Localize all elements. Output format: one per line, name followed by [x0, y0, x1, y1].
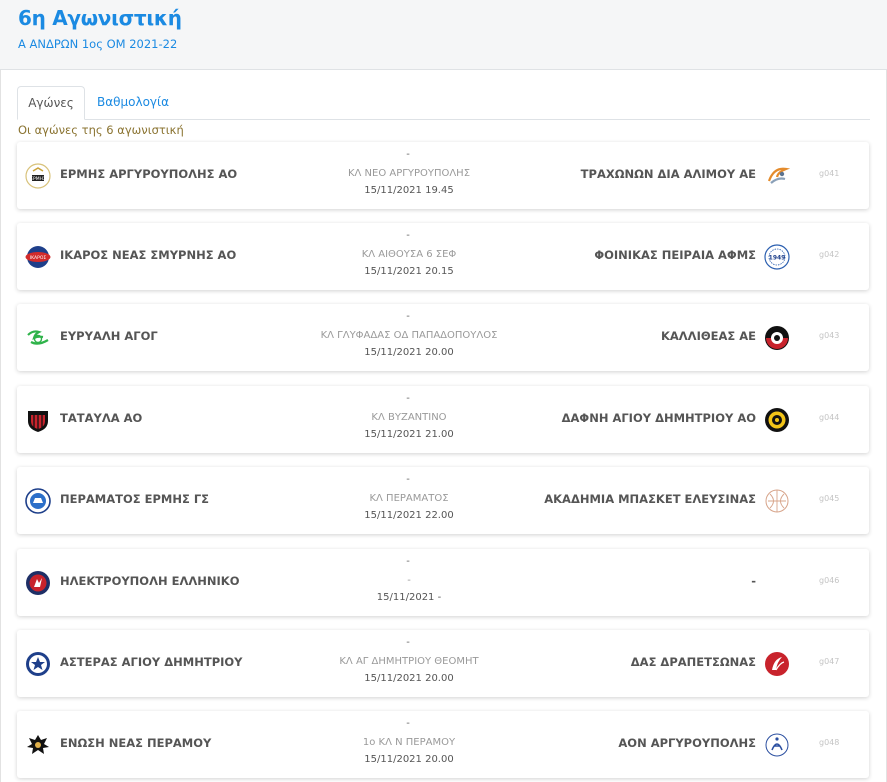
tab-bar: Αγώνες Βαθμολογία	[17, 86, 870, 120]
away-team-name[interactable]: ΔΑΦΝΗ ΑΓΙΟΥ ΔΗΜΗΤΡΙΟΥ ΑΟ	[562, 411, 756, 425]
home-team-name[interactable]: ΕΡΜΗΣ ΑΡΓΥΡΟΥΠΟΛΗΣ ΑΟ	[60, 167, 237, 181]
match-code: g045	[819, 494, 840, 503]
match-datetime: 15/11/2021 20.00	[364, 347, 454, 358]
page-subtitle: Α ΑΝΔΡΩΝ 1ος ΟΜ 2021-22	[18, 37, 178, 51]
match-score: -	[406, 474, 410, 485]
match-code: g044	[819, 413, 840, 422]
away-team-name[interactable]: -	[751, 574, 756, 588]
match-card[interactable]: ΠΕΡΑΜΑΤΟΣ ΕΡΜΗΣ ΓΣ - ΚΛ ΠΕΡΑΜΑΤΟΣ 15/11/…	[17, 467, 869, 534]
home-team-name[interactable]: ΕΝΩΣΗ ΝΕΑΣ ΠΕΡΑΜΟΥ	[60, 736, 211, 750]
enosi-logo-icon	[25, 732, 51, 758]
match-score: -	[406, 311, 410, 322]
match-card[interactable]: ΑΣΤΕΡΑΣ ΑΓΙΟΥ ΔΗΜΗΤΡΙΟΥ - ΚΛ ΑΓ ΔΗΜΗΤΡΙΟ…	[17, 630, 869, 697]
match-score: -	[406, 393, 410, 404]
akadimia-logo-icon	[764, 488, 790, 514]
match-venue: -	[407, 575, 411, 586]
svg-text:ΕΡΜΗΣ: ΕΡΜΗΣ	[30, 176, 46, 182]
match-datetime: 15/11/2021 20.00	[364, 673, 454, 684]
tatavla-logo-icon	[25, 407, 51, 433]
match-datetime: 15/11/2021 20.15	[364, 266, 454, 277]
match-datetime: 15/11/2021 21.00	[364, 429, 454, 440]
ilektroupoli-logo-icon	[25, 570, 51, 596]
match-code: g047	[819, 657, 840, 666]
home-team-name[interactable]: ΠΕΡΑΜΑΤΟΣ ΕΡΜΗΣ ΓΣ	[60, 492, 209, 506]
match-venue: 1ο ΚΛ Ν ΠΕΡΑΜΟΥ	[362, 737, 456, 748]
dafni-logo-icon	[764, 407, 790, 433]
match-venue: ΚΛ ΝΕΟ ΑΡΓΥΡΟΥΠΟΛΗΣ	[347, 168, 471, 179]
evryali-logo-icon	[25, 325, 51, 351]
home-team-name[interactable]: ΙΚΑΡΟΣ ΝΕΑΣ ΣΜΥΡΝΗΣ ΑΟ	[60, 248, 236, 262]
match-code: g042	[819, 250, 840, 259]
match-score: -	[406, 718, 410, 729]
match-venue: ΚΛ ΑΓ ΔΗΜΗΤΡΙΟΥ ΘΕΟΜΗΤ	[339, 656, 479, 667]
match-venue: ΚΛ ΑΙΘΟΥΣΑ 6 ΣΕΦ	[361, 249, 457, 260]
away-team-name[interactable]: ΑΚΑΔΗΜΙΑ ΜΠΑΣΚΕΤ ΕΛΕΥΣΙΝΑΣ	[544, 492, 756, 506]
match-score: -	[406, 637, 410, 648]
match-datetime: 15/11/2021 19.45	[364, 185, 454, 196]
home-team-name[interactable]: ΗΛΕΚΤΡΟΥΠΟΛΗ ΕΛΛΗΝΙΚΟ	[60, 574, 239, 588]
match-code: g043	[819, 331, 840, 340]
away-team-name[interactable]: ΦΟΙΝΙΚΑΣ ΠΕΙΡΑΙΑ ΑΦΜΣ	[594, 248, 756, 262]
home-team-name[interactable]: ΑΣΤΕΡΑΣ ΑΓΙΟΥ ΔΗΜΗΤΡΙΟΥ	[60, 655, 243, 669]
match-card[interactable]: ΗΛΕΚΤΡΟΥΠΟΛΗ ΕΛΛΗΝΙΚΟ - - 15/11/2021 - -…	[17, 549, 869, 616]
foinikas-logo-icon: 1949	[764, 244, 790, 270]
match-card[interactable]: ΙΚΑΡΟΣ ΙΚΑΡΟΣ ΝΕΑΣ ΣΜΥΡΝΗΣ ΑΟ - ΚΛ ΑΙΘΟΥ…	[17, 223, 869, 290]
home-team-name[interactable]: ΕΥΡΥΑΛΗ ΑΓΟΓ	[60, 329, 158, 343]
match-code: g048	[819, 738, 840, 747]
match-card[interactable]: ΤΑΤΑΥΛΑ ΑΟ - ΚΛ ΒΥΖΑΝΤΙΝΟ 15/11/2021 21.…	[17, 386, 869, 453]
away-team-name[interactable]: ΤΡΑΧΩΝΩΝ ΔΙΑ ΑΛΙΜΟΥ ΑΕ	[581, 167, 756, 181]
svg-text:1949: 1949	[769, 255, 786, 262]
asteras-logo-icon	[25, 651, 51, 677]
page-header: 6η Αγωνιστική Α ΑΝΔΡΩΝ 1ος ΟΜ 2021-22	[0, 0, 887, 70]
match-score: -	[406, 556, 410, 567]
match-code: g046	[819, 576, 840, 585]
trachones-logo-icon	[764, 163, 790, 189]
away-team-name[interactable]: ΔΑΣ ΔΡΑΠΕΤΣΩΝΑΣ	[631, 655, 756, 669]
match-card[interactable]: ΕΥΡΥΑΛΗ ΑΓΟΓ - ΚΛ ΓΛΥΦΑΔΑΣ ΟΔ ΠΑΠΑΔΟΠΟΥΛ…	[17, 304, 869, 371]
ermis-logo-icon: ΕΡΜΗΣ	[25, 163, 51, 189]
away-team-name[interactable]: ΑΟΝ ΑΡΓΥΡΟΥΠΟΛΗΣ	[618, 736, 756, 750]
svg-text:ΙΚΑΡΟΣ: ΙΚΑΡΟΣ	[30, 255, 47, 261]
page-title: 6η Αγωνιστική	[18, 6, 182, 30]
match-card[interactable]: ΕΝΩΣΗ ΝΕΑΣ ΠΕΡΑΜΟΥ - 1ο ΚΛ Ν ΠΕΡΑΜΟΥ 15/…	[17, 711, 869, 778]
match-venue: ΚΛ ΓΛΥΦΑΔΑΣ ΟΔ ΠΑΠΑΔΟΠΟΥΛΟΣ	[320, 330, 498, 341]
round-caption: Οι αγώνες της 6 αγωνιστική	[18, 123, 184, 137]
match-datetime: 15/11/2021 20.00	[364, 754, 454, 765]
match-venue: ΚΛ ΠΕΡΑΜΑΤΟΣ	[369, 493, 449, 504]
match-datetime: 15/11/2021 22.00	[364, 510, 454, 521]
tab-standings[interactable]: Βαθμολογία	[85, 86, 181, 120]
match-venue: ΚΛ ΒΥΖΑΝΤΙΝΟ	[371, 412, 447, 423]
match-datetime: 15/11/2021 -	[376, 592, 442, 603]
home-team-name[interactable]: ΤΑΤΑΥΛΑ ΑΟ	[60, 411, 142, 425]
match-card[interactable]: ΕΡΜΗΣ ΕΡΜΗΣ ΑΡΓΥΡΟΥΠΟΛΗΣ ΑΟ - ΚΛ ΝΕΟ ΑΡΓ…	[17, 142, 869, 209]
match-code: g041	[819, 169, 840, 178]
match-score: -	[406, 230, 410, 241]
peramatos-logo-icon	[25, 488, 51, 514]
das-logo-icon	[764, 651, 790, 677]
ikaros-logo-icon: ΙΚΑΡΟΣ	[25, 244, 51, 270]
match-score: -	[406, 149, 410, 160]
kallithea-logo-icon	[764, 325, 790, 351]
tab-matches[interactable]: Αγώνες	[17, 86, 85, 120]
aon-logo-icon	[764, 732, 790, 758]
away-team-name[interactable]: ΚΑΛΛΙΘΕΑΣ ΑΕ	[661, 329, 756, 343]
